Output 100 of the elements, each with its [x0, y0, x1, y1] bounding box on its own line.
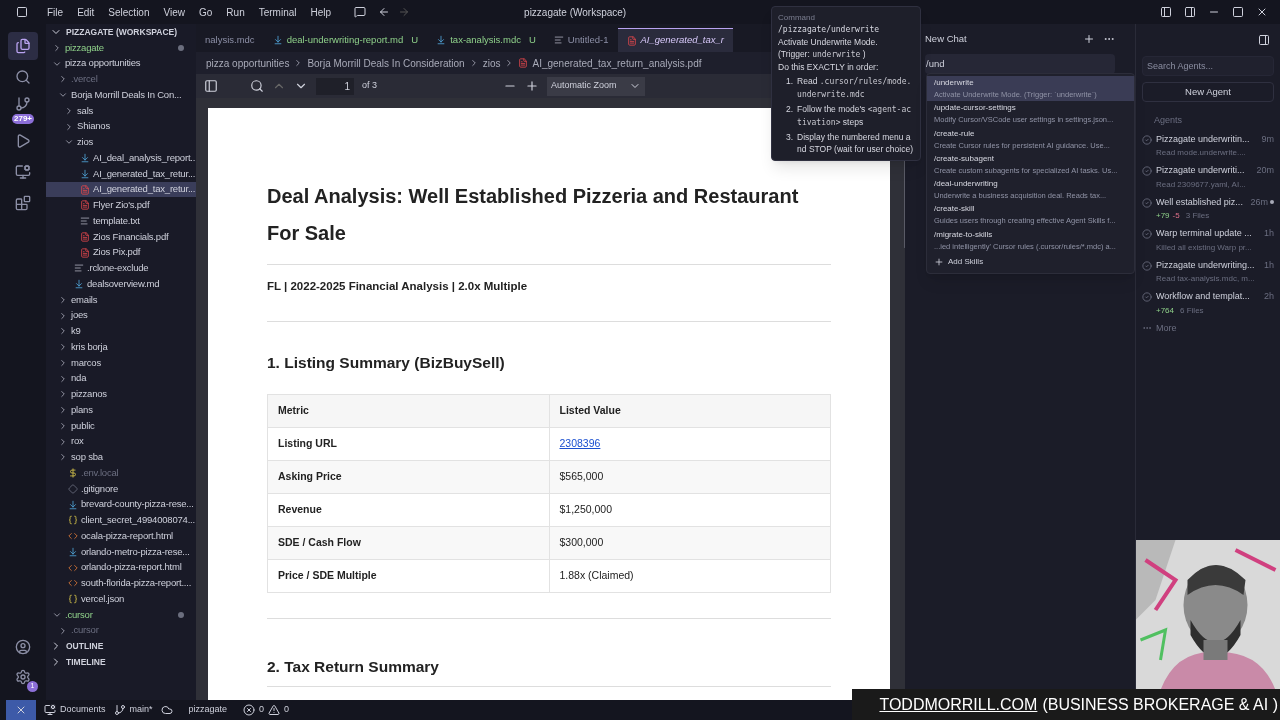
tree-item[interactable]: orlando-pizza-report.html	[46, 559, 196, 576]
editor-tab[interactable]: nalysis.mdc	[196, 28, 264, 52]
editor-tab[interactable]: Untitled-1	[544, 28, 618, 52]
tree-item[interactable]: AI_generated_tax_retur...	[46, 165, 196, 182]
back-icon[interactable]	[378, 6, 391, 18]
tree-item[interactable]: Zios Financials.pdf	[46, 228, 196, 245]
tree-item[interactable]: k9	[46, 323, 196, 340]
editor-tab[interactable]: tax-analysis.mdc U	[427, 28, 545, 52]
agent-item[interactable]: Pizzagate underwritin... 9m Read mode.underwrite....	[1142, 132, 1274, 159]
chat-input[interactable]: /und	[925, 54, 1115, 74]
tree-item[interactable]: .cursor	[46, 606, 196, 623]
zoom-in-icon[interactable]	[525, 79, 539, 93]
time-label: 20m	[1256, 164, 1274, 177]
website-link[interactable]: TODDMORRILL.COM	[879, 692, 1038, 717]
menu-item[interactable]: View	[156, 4, 192, 20]
tree-item[interactable]: .vercel	[46, 71, 196, 88]
tree-item[interactable]: orlando-metro-pizza-rese...	[46, 543, 196, 560]
new-agent-button[interactable]: New Agent	[1142, 82, 1274, 102]
tree-item[interactable]: Zios Pix.pdf	[46, 244, 196, 261]
menu-item[interactable]: Selection	[101, 4, 157, 20]
agent-item[interactable]: Warp terminal update ... 1h Killed all existing Warp pr...	[1142, 227, 1274, 254]
breadcrumb[interactable]: Borja Morrill Deals In Consideration	[307, 55, 465, 71]
tree-item[interactable]: pizza opportunities	[46, 55, 196, 72]
agent-item[interactable]: Pizzagate underwriti... 20m Read 2309677.yaml, AI...	[1142, 164, 1274, 191]
chevron-right-icon	[58, 294, 68, 305]
arrow-down-icon	[68, 546, 78, 557]
folder-label[interactable]: Documents	[60, 703, 106, 717]
tree-item[interactable]: client_secret_4994008074...	[46, 512, 196, 529]
tree-item[interactable]: nda	[46, 370, 196, 387]
tree-item[interactable]: pizzagate	[46, 39, 196, 56]
panel-right-icon[interactable]	[1184, 6, 1196, 18]
tree-item[interactable]: marcos	[46, 354, 196, 371]
tree-item[interactable]: joes	[46, 307, 196, 324]
menu-item[interactable]: Go	[192, 4, 220, 20]
search-icon[interactable]	[250, 79, 264, 93]
cloud-icon[interactable]	[160, 704, 173, 716]
tree-item[interactable]: kris borja	[46, 339, 196, 355]
tree-item[interactable]: .gitignore	[46, 480, 196, 497]
agent-detail: Read tax-analysis.mdc, m...	[1156, 273, 1255, 285]
chevron-right-icon	[58, 452, 68, 463]
panel-header[interactable]: OUTLINE	[46, 638, 196, 655]
editor-tab[interactable]: AI_generated_tax_r	[617, 28, 733, 52]
tree-item[interactable]: sop sba	[46, 449, 196, 466]
workspace-header[interactable]: PIZZAGATE (WORKSPACE)	[46, 24, 196, 40]
status-letter: U	[528, 32, 536, 47]
menu-item[interactable]: Edit	[70, 4, 102, 20]
menu-item[interactable]: File	[40, 4, 71, 20]
warning-count[interactable]: 0	[284, 703, 290, 717]
tree-item[interactable]: pizzanos	[46, 386, 196, 403]
agent-title: Workflow and templat...	[1156, 290, 1250, 303]
close-icon[interactable]	[1256, 6, 1268, 18]
editor-tab[interactable]: deal-underwriting-report.md U	[263, 28, 428, 52]
tree-item[interactable]: dealsoverview.md	[46, 276, 196, 292]
tree-item[interactable]: Shianos	[46, 118, 196, 135]
tree-item[interactable]: Borja Morrill Deals In Con...	[46, 87, 196, 103]
tree-item[interactable]: AI_deal_analysis_report...	[46, 150, 196, 166]
breadcrumb[interactable]: zios	[482, 55, 501, 71]
tree-item[interactable]: AI_generated_tax_retur...	[46, 181, 196, 198]
tree-item[interactable]: zios	[46, 134, 196, 151]
panel-header[interactable]: TIMELINE	[46, 654, 196, 671]
menu-item[interactable]: Terminal	[251, 4, 304, 20]
tree-item[interactable]: ocala-pizza-report.html	[46, 528, 196, 544]
agent-item[interactable]: Workflow and templat... 2h +764 6 Files	[1142, 290, 1274, 317]
breadcrumb[interactable]: pizza opportunities	[206, 55, 290, 71]
add-icon[interactable]	[1083, 33, 1095, 45]
agent-item[interactable]: Well established piz... 26m +79 -5 3 Files	[1142, 195, 1274, 222]
activity-button[interactable]	[8, 32, 38, 60]
branch-label[interactable]: main*	[129, 703, 153, 717]
tree-item[interactable]: rox	[46, 433, 196, 450]
tree-item[interactable]: Flyer Zio's.pdf	[46, 197, 196, 214]
page-number-field[interactable]: 1	[316, 77, 354, 95]
tree-item[interactable]: south-florida-pizza-report....	[46, 575, 196, 592]
added-count: +764	[1156, 304, 1175, 317]
tree-item[interactable]: vercel.json	[46, 591, 196, 607]
breadcrumb[interactable]: AI_generated_tax_return_analysis.pdf	[532, 55, 702, 71]
tree-item[interactable]: .env.local	[46, 465, 196, 481]
menu-item[interactable]: Help	[303, 4, 339, 20]
tree-item[interactable]: plans	[46, 402, 196, 418]
sidebar-toggle-icon[interactable]	[204, 79, 218, 93]
error-count[interactable]: 0	[259, 703, 265, 717]
time-label: 1h	[1264, 258, 1274, 272]
tree-item[interactable]: template.txt	[46, 213, 196, 229]
listing-link[interactable]: 2308396	[559, 436, 601, 449]
search-field[interactable]: Search Agents...	[1142, 56, 1274, 76]
tree-item[interactable]: public	[46, 417, 196, 434]
tree-item[interactable]: .cursor	[46, 622, 196, 639]
maximize-icon[interactable]	[1232, 6, 1244, 18]
tree-item[interactable]: brevard-county-pizza-rese...	[46, 496, 196, 513]
menu-item[interactable]: Run	[219, 4, 252, 20]
panel-icon[interactable]	[1258, 34, 1270, 46]
tree-item[interactable]: .rclone-exclude	[46, 260, 196, 277]
tree-item[interactable]: sals	[46, 102, 196, 119]
chat-icon[interactable]	[354, 6, 367, 18]
panel-left-icon[interactable]	[1160, 6, 1172, 18]
tree-item[interactable]: emails	[46, 291, 196, 308]
add-skills-button[interactable]: Add Skills	[927, 252, 1134, 271]
section-label: Agents	[1153, 114, 1184, 127]
project-label[interactable]: pizzagate	[188, 703, 228, 717]
agent-item[interactable]: Pizzagate underwriting... 1h Read tax-analysis.mdc, m...	[1142, 258, 1274, 285]
zoom-select[interactable]: Automatic Zoom	[547, 76, 645, 96]
